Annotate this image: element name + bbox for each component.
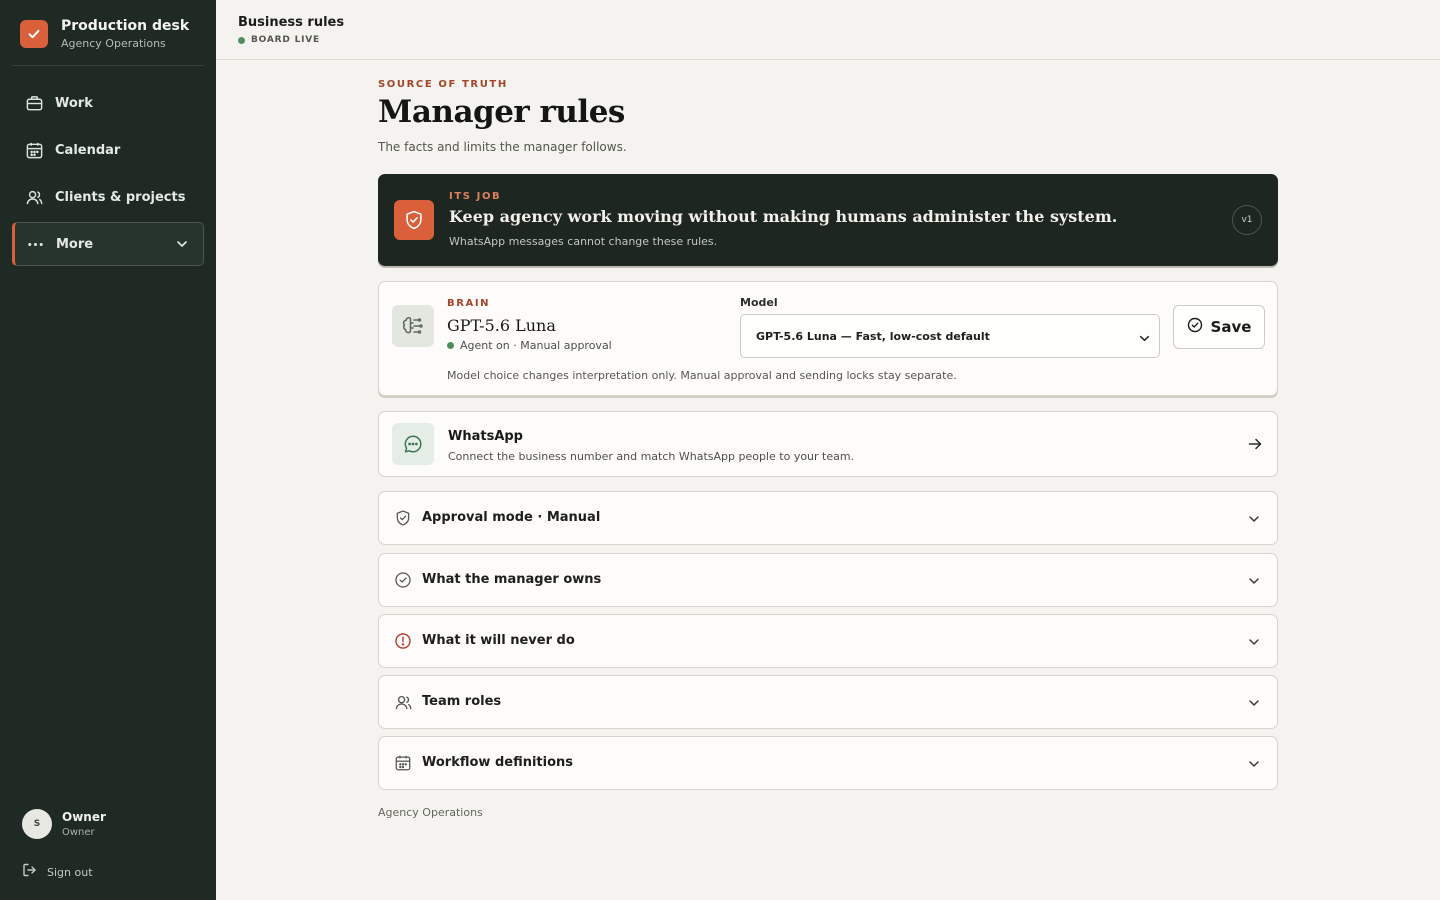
save-label: Save — [1210, 318, 1252, 336]
section-label: Approval mode · Manual — [422, 510, 601, 525]
model-label: Model — [740, 296, 778, 309]
section-label: What it will never do — [422, 633, 575, 648]
job-title: Keep agency work moving without making h… — [449, 207, 1118, 226]
sidebar-item-label: More — [56, 236, 94, 252]
model-select-value: GPT-5.6 Luna — Fast, low-cost default — [756, 329, 990, 343]
sidebar-item-clients-projects[interactable]: Clients & projects — [12, 176, 204, 218]
sidebar-item-calendar[interactable]: Calendar — [12, 129, 204, 171]
user-role: Owner — [62, 826, 95, 838]
model-select[interactable]: GPT-5.6 Luna — Fast, low-cost default — [740, 314, 1160, 358]
section-approval-mode[interactable]: Approval mode · Manual — [378, 491, 1278, 545]
chevron-down-icon — [1138, 330, 1151, 349]
agent-status: Agent on · Manual approval — [447, 339, 612, 352]
status-dot — [238, 36, 245, 44]
check-circle-icon — [393, 570, 413, 590]
section-workflow-definitions[interactable]: Workflow definitions — [378, 736, 1278, 790]
brand-title: Production desk — [61, 18, 190, 34]
more-icon — [25, 234, 45, 254]
status-label: BOARD LIVE — [251, 35, 320, 45]
calendar-icon — [393, 753, 413, 773]
shield-check-icon — [394, 200, 434, 240]
chevron-down-icon — [175, 236, 189, 250]
page-subtitle: The facts and limits the manager follows… — [378, 140, 627, 154]
calendar-icon — [24, 140, 44, 160]
chevron-down-icon — [1247, 695, 1261, 714]
message-circle-icon — [392, 423, 434, 465]
sidebar-item-more[interactable]: More — [12, 222, 204, 266]
job-eyebrow: ITS JOB — [449, 191, 502, 202]
user-name: Owner — [62, 809, 106, 824]
avatar: S — [22, 809, 52, 839]
chevron-down-icon — [1247, 573, 1261, 592]
section-label: Workflow definitions — [422, 755, 574, 770]
section-label: What the manager owns — [422, 572, 602, 587]
top-bar: Business rules BOARD LIVE — [216, 0, 1440, 60]
users-icon — [24, 187, 44, 207]
brain-title: GPT-5.6 Luna — [447, 316, 556, 335]
section-label: Team roles — [422, 694, 502, 709]
sign-out-label: Sign out — [47, 865, 93, 879]
whatsapp-card[interactable]: WhatsApp Connect the business number and… — [378, 411, 1278, 477]
sidebar-divider — [12, 65, 204, 66]
version-badge: v1 — [1232, 205, 1262, 235]
section-never-do[interactable]: What it will never do — [378, 614, 1278, 668]
users-icon — [393, 692, 413, 712]
job-subtitle: WhatsApp messages cannot change these ru… — [449, 235, 718, 248]
agent-status-label: Agent on · Manual approval — [460, 339, 612, 352]
chevron-down-icon — [1247, 756, 1261, 775]
sidebar-item-work[interactable]: Work — [12, 82, 204, 124]
save-button[interactable]: Save — [1173, 305, 1265, 349]
chevron-down-icon — [1247, 634, 1261, 653]
brain-icon — [392, 305, 434, 347]
alert-circle-icon — [393, 631, 413, 651]
brain-card: BRAIN GPT-5.6 Luna Agent on · Manual app… — [378, 281, 1278, 396]
brain-eyebrow: BRAIN — [447, 298, 491, 309]
sign-out-button[interactable]: Sign out — [22, 862, 93, 882]
page-eyebrow: SOURCE OF TRUTH — [378, 79, 508, 90]
status-badge: BOARD LIVE — [238, 35, 320, 45]
sidebar-item-label: Calendar — [55, 142, 121, 158]
sign-out-icon — [22, 862, 38, 882]
sidebar-item-label: Work — [55, 95, 93, 111]
arrow-right-icon — [1247, 436, 1263, 456]
check-logo-icon — [20, 20, 48, 48]
brain-note: Model choice changes interpretation only… — [447, 369, 957, 382]
chevron-down-icon — [1247, 511, 1261, 530]
section-manager-owns[interactable]: What the manager owns — [378, 553, 1278, 607]
footer-workspace-name: Agency Operations — [378, 806, 483, 819]
brand-subtitle: Agency Operations — [61, 37, 166, 50]
briefcase-icon — [24, 93, 44, 113]
page-title: Manager rules — [378, 94, 625, 130]
check-circle-icon — [1187, 317, 1203, 337]
brand[interactable]: Production desk Agency Operations — [20, 18, 189, 50]
sidebar: Production desk Agency Operations Work C… — [0, 0, 216, 900]
sidebar-item-label: Clients & projects — [55, 189, 186, 205]
status-dot — [447, 342, 454, 349]
shield-icon — [393, 508, 413, 528]
whatsapp-subtitle: Connect the business number and match Wh… — [448, 450, 855, 463]
job-card: ITS JOB Keep agency work moving without … — [378, 174, 1278, 266]
section-team-roles[interactable]: Team roles — [378, 675, 1278, 729]
whatsapp-title: WhatsApp — [448, 429, 523, 444]
user-profile[interactable]: S Owner Owner — [22, 809, 106, 839]
header-title: Business rules — [238, 15, 345, 30]
